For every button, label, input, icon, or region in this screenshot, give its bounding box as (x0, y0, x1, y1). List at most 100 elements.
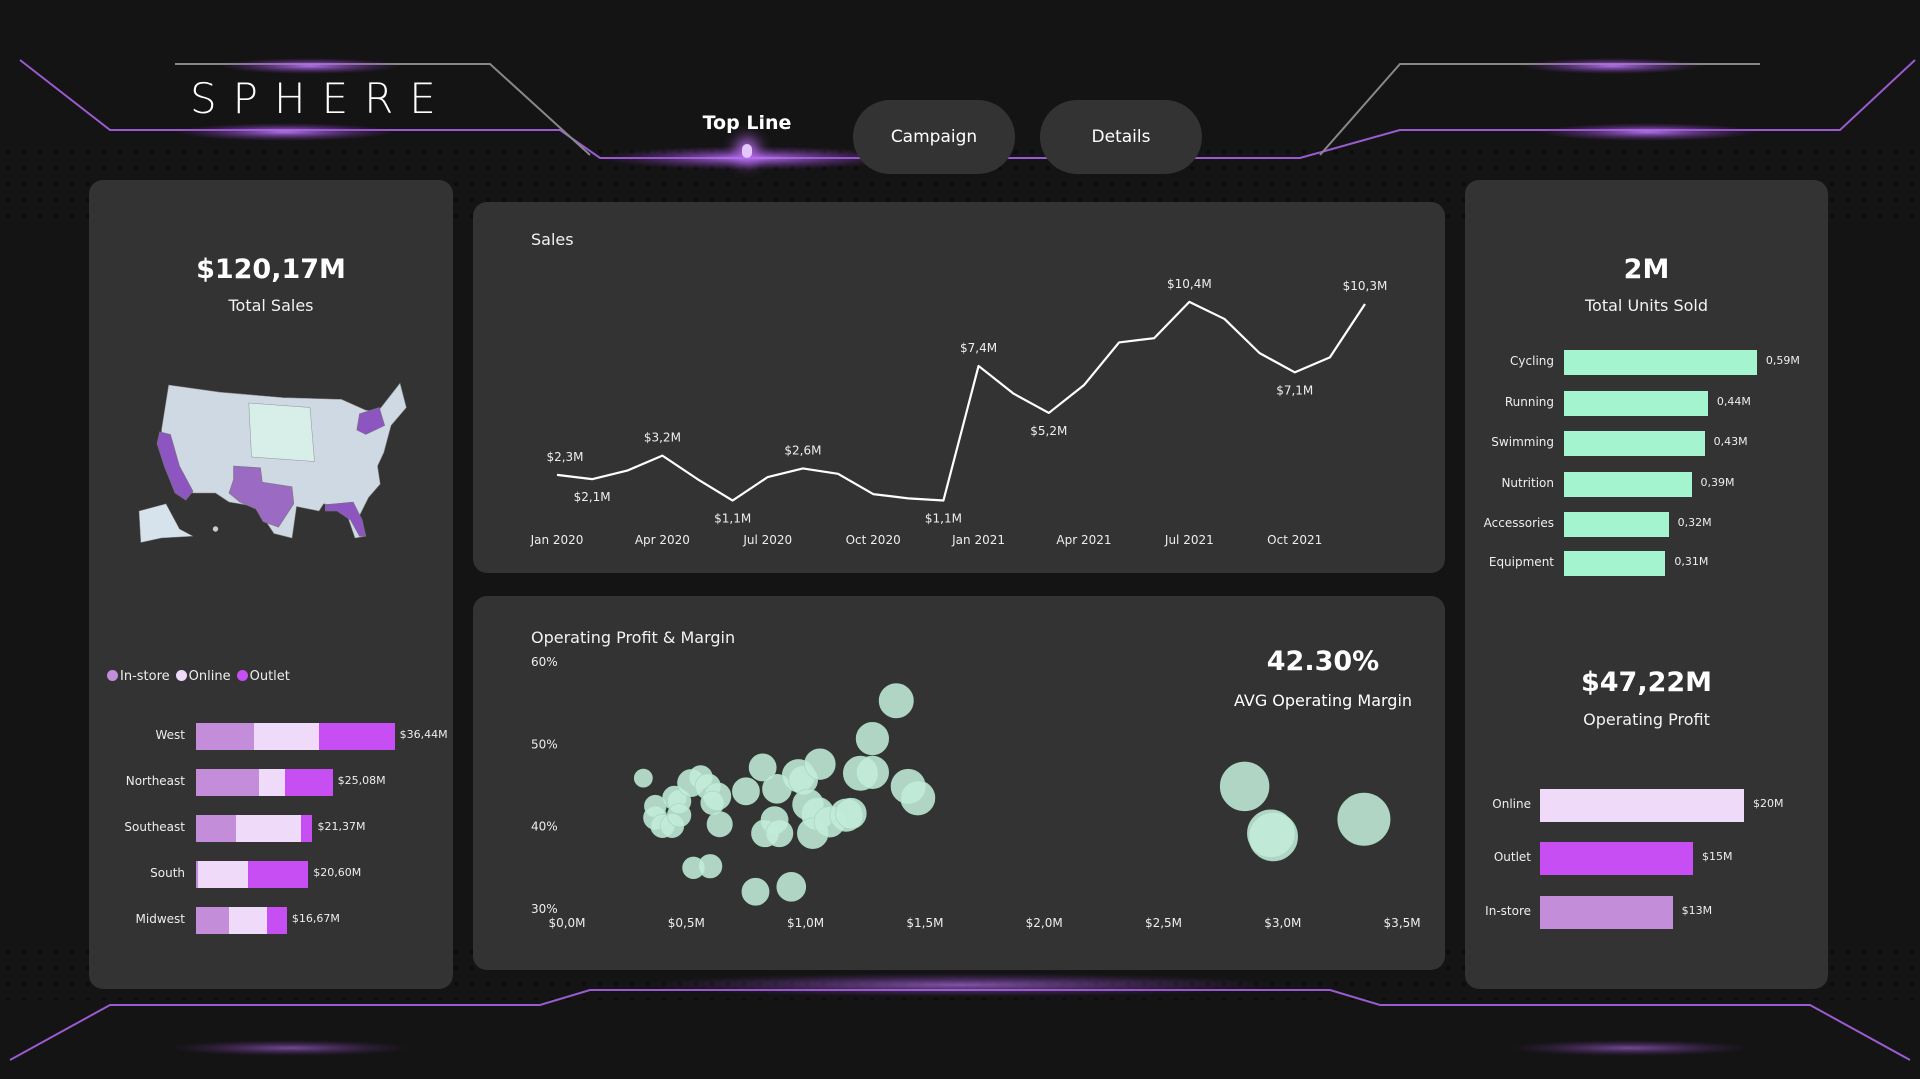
region-bar-instore[interactable] (196, 815, 236, 842)
tab-campaign[interactable]: Campaign (853, 100, 1015, 174)
region-bar-outlet[interactable] (284, 769, 333, 796)
scatter-bubble[interactable] (900, 780, 936, 816)
region-bar-online[interactable] (228, 907, 268, 934)
scatter-bubble[interactable] (855, 755, 890, 789)
region-bar-online[interactable] (253, 723, 319, 750)
sales-point[interactable] (657, 451, 667, 461)
sales-point[interactable] (833, 469, 843, 479)
x-tick-label: $0,0M (548, 916, 585, 930)
scatter-bubble[interactable] (1219, 761, 1270, 812)
y-tick-label: 40% (531, 820, 558, 834)
sales-point[interactable] (798, 463, 808, 473)
operating-profit-value: $47,22M (1580, 667, 1713, 698)
region-label: South (150, 866, 185, 880)
category-bar[interactable] (1564, 391, 1708, 416)
category-label: Nutrition (1501, 476, 1554, 490)
scatter-bubble[interactable] (667, 803, 692, 828)
scatter-bubble[interactable] (732, 777, 760, 806)
x-tick-label: Jul 2021 (1164, 533, 1214, 547)
x-tick-label: Oct 2021 (1267, 533, 1322, 547)
channel-profit-bar[interactable] (1540, 842, 1693, 875)
sales-point[interactable] (903, 493, 913, 503)
scatter-bubble[interactable] (741, 877, 770, 906)
category-bar[interactable] (1564, 431, 1705, 456)
sales-point[interactable] (1114, 337, 1124, 347)
sales-point[interactable] (974, 361, 984, 371)
sales-point[interactable] (1009, 389, 1019, 399)
scatter-bubble[interactable] (765, 819, 794, 848)
avg-margin-value: 42.30% (1266, 646, 1380, 677)
scatter-bubble[interactable] (776, 871, 807, 902)
scatter-bubble[interactable] (1248, 811, 1298, 862)
y-tick-label: 50% (531, 737, 558, 751)
y-tick-label: 60% (531, 655, 558, 669)
sales-point[interactable] (622, 466, 632, 476)
tab-top-line[interactable]: Top Line (690, 112, 804, 134)
channel-profit-bar[interactable] (1540, 789, 1744, 822)
sales-data-label: $3,2M (644, 431, 681, 445)
sales-point[interactable] (1360, 299, 1370, 309)
category-label: Cycling (1510, 354, 1554, 368)
sales-point[interactable] (1255, 348, 1265, 358)
x-tick-label: $3,0M (1264, 916, 1301, 930)
region-bar-online[interactable] (259, 769, 285, 796)
category-bar[interactable] (1564, 350, 1757, 375)
sales-line-chart[interactable]: Jan 2020 Apr 2020 Jul 2020 Oct 2020 Jan 2021… (473, 202, 1445, 573)
region-bar-online[interactable] (235, 815, 302, 842)
region-bar-outlet[interactable] (301, 815, 313, 842)
region-bar-instore[interactable] (196, 723, 254, 750)
scatter-bubble[interactable] (700, 790, 725, 815)
region-bar-instore[interactable] (196, 907, 229, 934)
region-bar-online[interactable] (197, 861, 248, 888)
sales-point[interactable] (1184, 297, 1194, 307)
region-bar-outlet[interactable] (247, 861, 309, 888)
scatter-bubble[interactable] (706, 811, 733, 838)
category-bar[interactable] (1564, 472, 1692, 497)
x-tick-label: $2,5M (1145, 916, 1182, 930)
category-label: Equipment (1488, 555, 1554, 569)
sales-data-label: $7,1M (1276, 383, 1313, 397)
channel-legend: In-store Online Outlet (107, 669, 290, 684)
sales-point[interactable] (868, 489, 878, 499)
map-state-hi (212, 526, 219, 532)
region-bar-outlet[interactable] (267, 907, 287, 934)
category-bar[interactable] (1564, 551, 1666, 576)
sales-point[interactable] (552, 470, 562, 480)
scatter-bubble[interactable] (1337, 792, 1391, 846)
region-label: Midwest (135, 912, 185, 926)
total-units-value: 2M (1623, 254, 1670, 285)
tab-details[interactable]: Details (1040, 100, 1202, 174)
sales-point[interactable] (1044, 408, 1054, 418)
us-sales-map[interactable] (128, 367, 420, 547)
region-label: Southeast (124, 820, 185, 834)
sales-line (556, 300, 1366, 502)
sales-data-label: $10,4M (1167, 277, 1212, 291)
sales-point[interactable] (1325, 352, 1335, 362)
scatter-bubble[interactable] (804, 748, 836, 780)
region-total-label: $36,44M (399, 728, 448, 741)
scatter-bubble[interactable] (698, 854, 723, 879)
sales-data-label: $1,1M (925, 512, 962, 526)
scatter-bubble[interactable] (835, 797, 867, 830)
region-label: West (155, 728, 185, 742)
sales-point[interactable] (693, 474, 703, 484)
scatter-bubble[interactable] (878, 683, 914, 719)
scatter-bubble[interactable] (855, 722, 890, 756)
sales-point[interactable] (1219, 314, 1229, 324)
channel-profit-bar[interactable] (1540, 896, 1673, 929)
sales-point[interactable] (938, 496, 948, 506)
sales-point[interactable] (1149, 333, 1159, 343)
sales-point[interactable] (1290, 367, 1300, 377)
region-bar-outlet[interactable] (318, 723, 395, 750)
sales-point[interactable] (728, 496, 738, 506)
scatter-bubble[interactable] (633, 768, 653, 788)
sales-point[interactable] (1079, 380, 1089, 390)
region-bar-instore[interactable] (196, 769, 260, 796)
sales-data-label: $10,3M (1343, 279, 1388, 293)
sales-point[interactable] (763, 472, 773, 482)
total-sales-panel: $120,17M Total Sales In-store Online Out… (89, 180, 453, 989)
sales-panel: Sales Jan 2020 Apr 2020 Jul 2020 Oct 2020 Ja… (473, 202, 1445, 573)
sales-point[interactable] (587, 474, 597, 484)
region-total-label: $25,08M (337, 774, 386, 787)
category-bar[interactable] (1564, 512, 1669, 537)
